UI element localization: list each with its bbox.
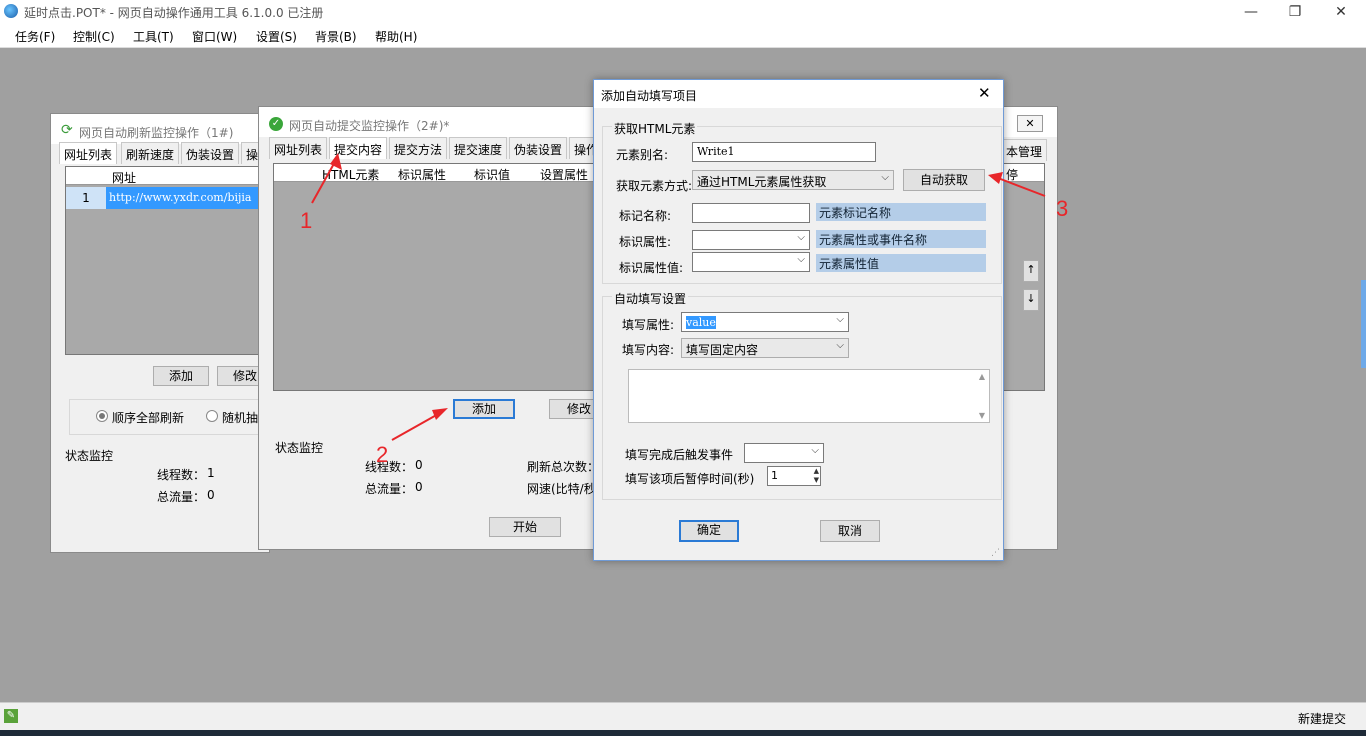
taskbar-strip: [0, 730, 1366, 736]
annotation-arrowhead-3: [988, 172, 1003, 184]
annotation-arrow-3: [997, 177, 1046, 197]
status-right-text: 新建提交: [1298, 712, 1347, 726]
annotation-label-2: 2: [376, 442, 389, 467]
annotation-arrow-2: [391, 412, 441, 441]
pencil-icon: ✎: [4, 709, 18, 723]
status-bar: ✎ 新建提交: [0, 702, 1366, 730]
annotation-label-3: 3: [1056, 196, 1069, 221]
annotation-arrowhead-2: [432, 408, 448, 420]
annotation-label-1: 1: [300, 208, 313, 233]
annotation-arrow-1: [311, 159, 337, 204]
annotation-arrows: [311, 153, 1046, 441]
